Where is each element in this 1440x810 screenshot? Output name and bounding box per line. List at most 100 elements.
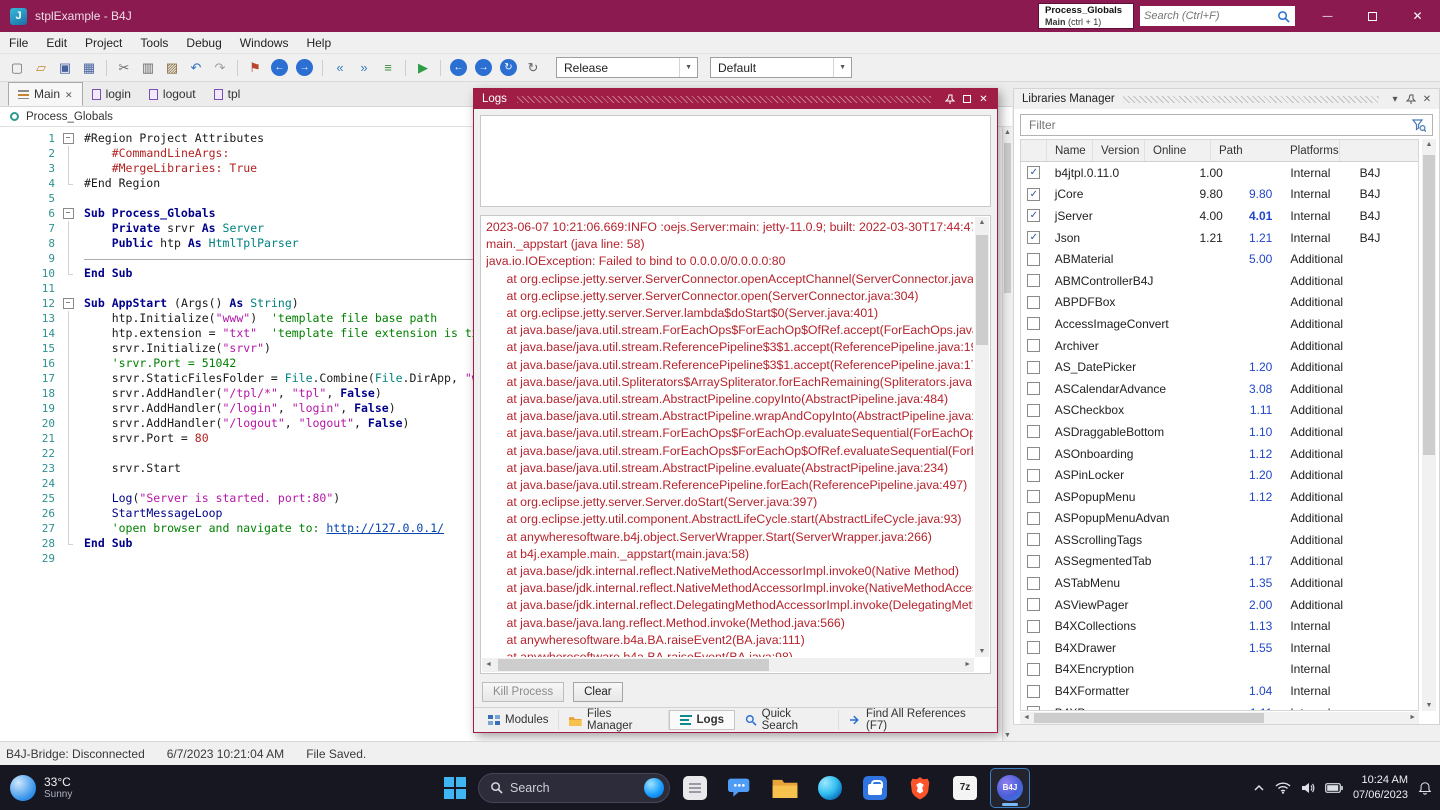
column-header[interactable]: Path: [1211, 140, 1282, 161]
library-row[interactable]: ASOnboarding 1.12 Additional: [1021, 443, 1418, 465]
module-tab[interactable]: tpl: [205, 82, 250, 106]
scrollbar-thumb[interactable]: [1004, 143, 1011, 293]
menu-item[interactable]: Debug: [177, 32, 230, 53]
library-checkbox[interactable]: [1027, 576, 1041, 590]
library-checkbox[interactable]: [1027, 382, 1041, 396]
library-row[interactable]: ASPinLocker 1.20 Additional: [1021, 464, 1418, 486]
wifi-icon[interactable]: [1275, 781, 1291, 794]
fold-toggle[interactable]: [60, 281, 76, 296]
fold-toggle[interactable]: [60, 191, 76, 206]
library-checkbox[interactable]: [1027, 533, 1041, 547]
module-tab[interactable]: Main: [8, 82, 83, 106]
library-checkbox[interactable]: [1027, 641, 1041, 655]
editor-scrollbar[interactable]: [1002, 127, 1012, 741]
library-row[interactable]: AS_DatePicker 1.20 Additional: [1021, 356, 1418, 378]
module-tab[interactable]: login: [83, 82, 140, 106]
library-checkbox[interactable]: [1027, 684, 1041, 698]
code-line[interactable]: 'open browser and navigate to: http://12…: [84, 521, 444, 536]
scrollbar-thumb[interactable]: [498, 659, 769, 671]
battery-icon[interactable]: [1325, 782, 1343, 793]
menu-item[interactable]: Tools: [131, 32, 177, 53]
fold-toggle[interactable]: [60, 506, 76, 521]
redo-icon[interactable]: ↷: [209, 57, 231, 79]
library-checkbox[interactable]: [1027, 468, 1041, 482]
fold-toggle[interactable]: [60, 251, 76, 266]
filter-input[interactable]: [1027, 117, 1412, 133]
navigate-back-icon[interactable]: ←: [450, 59, 467, 76]
library-row[interactable]: ASViewPager 2.00 Additional: [1021, 594, 1418, 616]
library-row[interactable]: Json 1.21 1.21 Internal B4J: [1021, 227, 1418, 249]
filter-funnel-icon[interactable]: [1412, 118, 1426, 132]
library-checkbox[interactable]: [1027, 295, 1041, 309]
taskbar-app-generic[interactable]: [675, 768, 715, 808]
tool-tab[interactable]: Logs: [668, 710, 736, 730]
previous-bookmark-icon[interactable]: ←: [271, 59, 288, 76]
library-row[interactable]: B4XPages 1.11 Internal: [1021, 702, 1418, 710]
scrollbar-thumb[interactable]: [1034, 713, 1264, 723]
menu-item[interactable]: Edit: [37, 32, 76, 53]
fold-toggle[interactable]: [60, 356, 76, 371]
library-checkbox[interactable]: [1027, 403, 1041, 417]
library-checkbox[interactable]: [1027, 425, 1041, 439]
save-all-icon[interactable]: ▦: [78, 57, 100, 79]
fold-toggle[interactable]: [60, 446, 76, 461]
column-header[interactable]: Version: [1093, 140, 1145, 161]
close-tab-icon[interactable]: [65, 87, 73, 101]
library-row[interactable]: ABPDFBox Additional: [1021, 292, 1418, 314]
current-sub-name[interactable]: Process_Globals: [26, 111, 113, 123]
fold-toggle[interactable]: [60, 386, 76, 401]
pin-icon[interactable]: [1403, 92, 1419, 107]
taskbar-search[interactable]: Search: [478, 772, 670, 803]
library-checkbox[interactable]: [1027, 447, 1041, 461]
fold-toggle[interactable]: [60, 461, 76, 476]
library-checkbox[interactable]: [1027, 554, 1041, 568]
fold-toggle[interactable]: [60, 371, 76, 386]
code-line[interactable]: Private srvr As Server: [84, 221, 264, 236]
close-icon[interactable]: [975, 92, 992, 107]
close-icon[interactable]: [1419, 92, 1435, 107]
code-line[interactable]: #CommandLineArgs:: [84, 146, 230, 161]
outdent-icon[interactable]: «: [329, 57, 351, 79]
code-line[interactable]: End Sub: [84, 266, 132, 281]
code-line[interactable]: srvr.Start: [84, 461, 181, 476]
chevron-down-icon[interactable]: [1387, 92, 1403, 107]
search-icon[interactable]: [1277, 10, 1290, 23]
fold-toggle[interactable]: [60, 551, 76, 566]
code-line[interactable]: srvr.AddHandler("/login", "login", False…: [84, 401, 396, 416]
library-row[interactable]: Archiver Additional: [1021, 335, 1418, 357]
library-checkbox[interactable]: [1027, 662, 1041, 676]
library-row[interactable]: ASDraggableBottom 1.10 Additional: [1021, 421, 1418, 443]
scroll-up-icon[interactable]: [1003, 129, 1012, 136]
indent-icon[interactable]: »: [353, 57, 375, 79]
library-row[interactable]: B4XCollections 1.13 Internal: [1021, 615, 1418, 637]
taskbar-chat[interactable]: [720, 768, 760, 808]
code-line[interactable]: #Region Project Attributes: [84, 131, 264, 146]
scroll-left-icon[interactable]: [1023, 714, 1030, 721]
code-line[interactable]: #End Region: [84, 176, 160, 191]
code-line[interactable]: srvr.Port = 80: [84, 431, 209, 446]
tray-chevron-up-icon[interactable]: [1253, 784, 1265, 792]
weather-widget[interactable]: 33°C Sunny: [10, 765, 72, 810]
fold-toggle[interactable]: [60, 416, 76, 431]
fold-toggle[interactable]: [60, 131, 76, 146]
new-file-icon[interactable]: ▢: [6, 57, 28, 79]
copy-icon[interactable]: ▥: [137, 57, 159, 79]
taskbar-store[interactable]: [855, 768, 895, 808]
code-navigator-box[interactable]: Process_Globals Main (ctrl + 1): [1038, 3, 1134, 29]
goto-last-position-icon[interactable]: ↻: [500, 59, 517, 76]
fold-toggle[interactable]: [60, 401, 76, 416]
code-line[interactable]: End Sub: [84, 536, 132, 551]
library-row[interactable]: B4XFormatter 1.04 Internal: [1021, 680, 1418, 702]
library-row[interactable]: B4XDrawer 1.55 Internal: [1021, 637, 1418, 659]
code-line[interactable]: StartMessageLoop: [84, 506, 223, 521]
column-header[interactable]: Platforms: [1282, 140, 1340, 161]
navigate-forward-icon[interactable]: →: [475, 59, 492, 76]
fold-toggle[interactable]: [60, 146, 76, 161]
open-project-icon[interactable]: ▱: [30, 57, 52, 79]
kill-process-button[interactable]: Kill Process: [482, 682, 565, 702]
notification-bell-icon[interactable]: [1418, 781, 1432, 795]
library-checkbox[interactable]: [1027, 706, 1041, 710]
drag-grip[interactable]: [516, 95, 931, 103]
code-line[interactable]: srvr.AddHandler("/logout", "logout", Fal…: [84, 416, 410, 431]
drag-grip[interactable]: [1122, 95, 1379, 103]
